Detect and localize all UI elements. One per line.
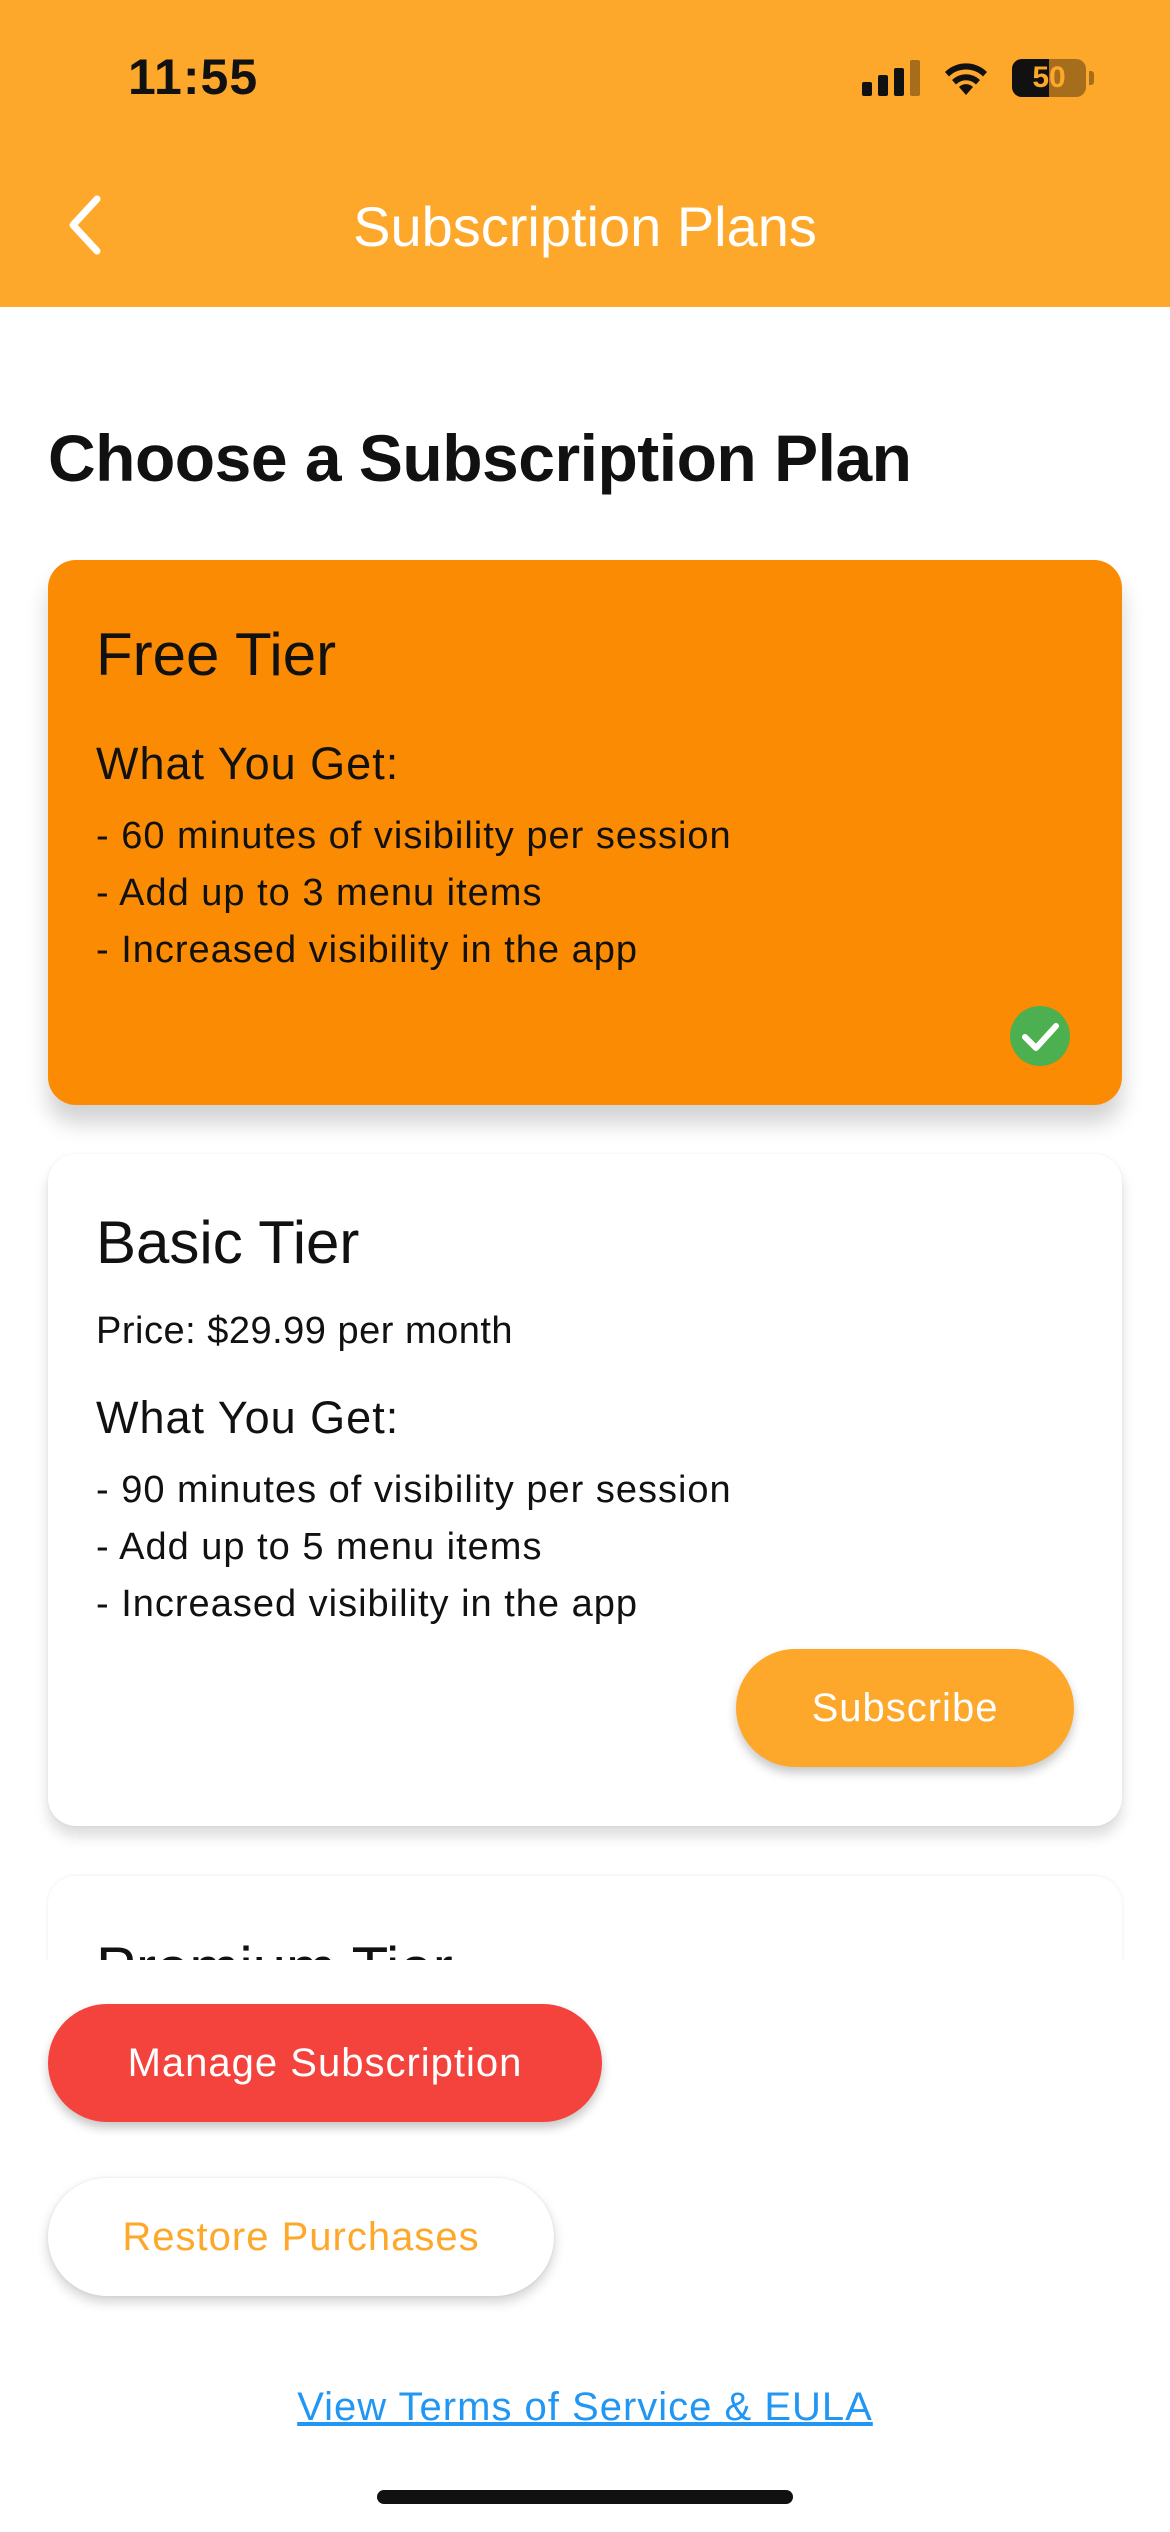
status-time: 11:55	[128, 49, 259, 105]
plans-scroll-area[interactable]: Free Tier What You Get: - 60 minutes of …	[0, 540, 1170, 1960]
header: 11:55 50 Subscription Plans	[0, 0, 1170, 307]
check-circle-icon	[1010, 1006, 1070, 1066]
battery-icon: 50	[1012, 59, 1094, 97]
battery-level: 50	[1032, 61, 1066, 94]
feature-list: - 90 minutes of visibility per session -…	[96, 1462, 732, 1633]
tier-title: Basic Tier	[96, 1209, 360, 1276]
list-item: - 60 minutes of visibility per session	[96, 815, 732, 857]
plan-card-premium[interactable]: Premium Tier	[48, 1876, 1122, 1960]
tier-title: Free Tier	[96, 621, 337, 688]
list-item: - 90 minutes of visibility per session	[96, 1469, 732, 1511]
section-label: What You Get:	[96, 738, 400, 789]
tier-title: Premium Tier	[96, 1934, 453, 1960]
list-item: - Increased visibility in the app	[96, 929, 639, 971]
battery-nub	[1089, 71, 1094, 85]
feature-list: - 60 minutes of visibility per session -…	[96, 808, 732, 979]
plan-card-free[interactable]: Free Tier What You Get: - 60 minutes of …	[48, 560, 1122, 1105]
wifi-icon	[945, 63, 987, 95]
cellular-signal-icon	[862, 60, 920, 96]
status-icons: 50	[862, 54, 1094, 102]
restore-purchases-button[interactable]: Restore Purchases	[48, 2178, 554, 2296]
page-heading: Choose a Subscription Plan	[48, 421, 912, 495]
home-indicator[interactable]	[377, 2490, 793, 2504]
list-item: - Add up to 3 menu items	[96, 872, 543, 914]
subscribe-button[interactable]: Subscribe	[736, 1649, 1074, 1767]
terms-link[interactable]: View Terms of Service & EULA	[0, 2385, 1170, 2430]
subscription-screen: 11:55 50 Subscription Plans Choose a Sub…	[0, 0, 1170, 2532]
list-item: - Add up to 5 menu items	[96, 1526, 543, 1568]
section-label: What You Get:	[96, 1392, 400, 1443]
tier-price: Price: $29.99 per month	[96, 1310, 514, 1352]
manage-subscription-button[interactable]: Manage Subscription	[48, 2004, 602, 2122]
plan-card-basic[interactable]: Basic Tier Price: $29.99 per month What …	[48, 1154, 1122, 1826]
nav-title: Subscription Plans	[353, 195, 817, 258]
list-item: - Increased visibility in the app	[96, 1583, 639, 1625]
